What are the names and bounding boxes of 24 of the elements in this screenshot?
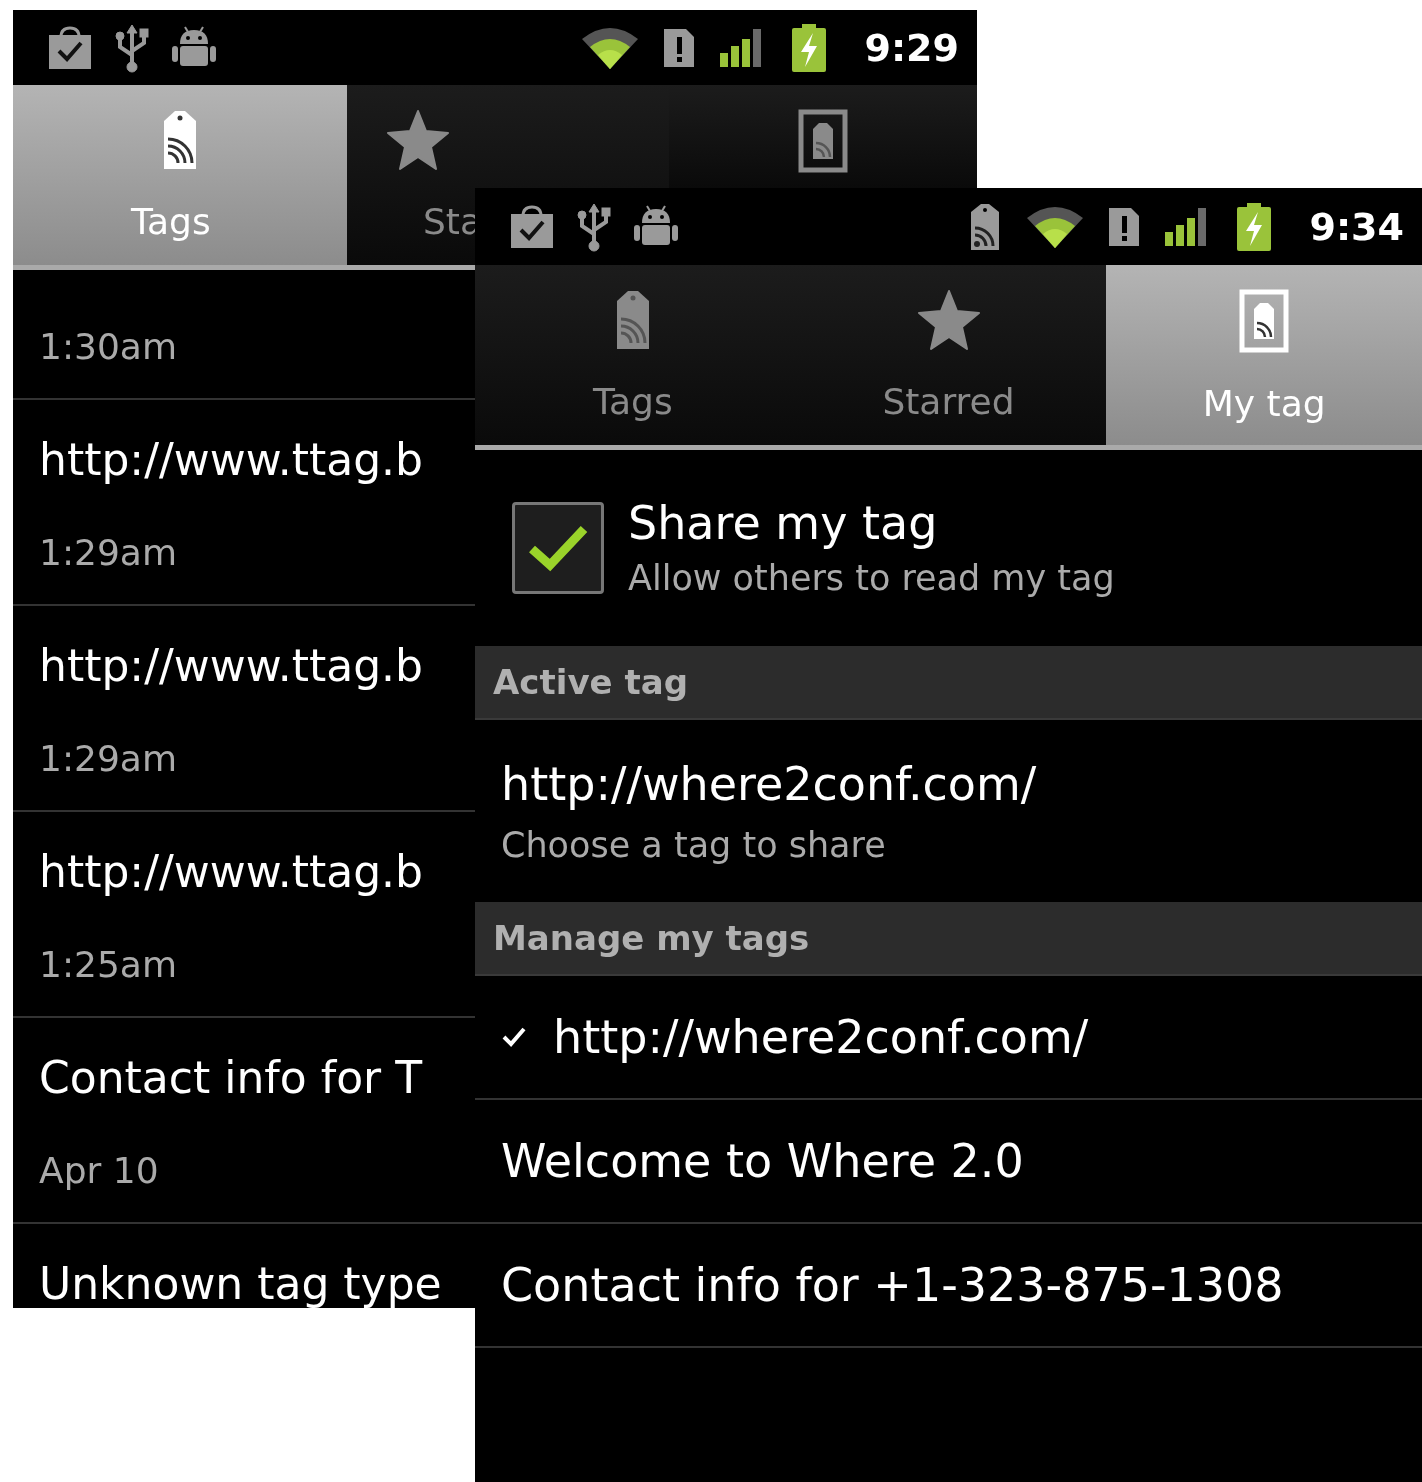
checkbox[interactable]: [512, 502, 604, 594]
section-header: Active tag: [475, 646, 1422, 720]
sim-alert-icon: [662, 26, 697, 69]
check-icon: [501, 1026, 527, 1048]
star-icon: [916, 289, 981, 351]
bag-check-icon: [47, 24, 93, 71]
clock-time: 9:34: [1309, 204, 1404, 249]
list-item[interactable]: Contact info for +1-323-875-1308: [475, 1224, 1422, 1348]
battery-icon: [790, 22, 829, 73]
usb-icon: [577, 201, 611, 252]
clock-time: 9:29: [864, 25, 959, 70]
usb-icon: [115, 22, 149, 73]
star-icon: [385, 109, 450, 171]
preference-row[interactable]: Share my tag Allow others to read my tag: [475, 450, 1422, 646]
list-item[interactable]: http://where2conf.com/ Choose a tag to share: [475, 720, 1422, 902]
tag-in-frame-icon: [798, 109, 848, 173]
sim-alert-icon: [1107, 205, 1142, 248]
bag-check-icon: [509, 203, 555, 250]
check-icon: [528, 523, 588, 573]
section-header: Manage my tags: [475, 902, 1422, 976]
battery-icon: [1235, 201, 1274, 252]
tag-in-frame-icon: [1239, 289, 1290, 353]
list-item[interactable]: http://where2conf.com/: [475, 976, 1422, 1100]
list-item[interactable]: Welcome to Where 2.0: [475, 1100, 1422, 1224]
